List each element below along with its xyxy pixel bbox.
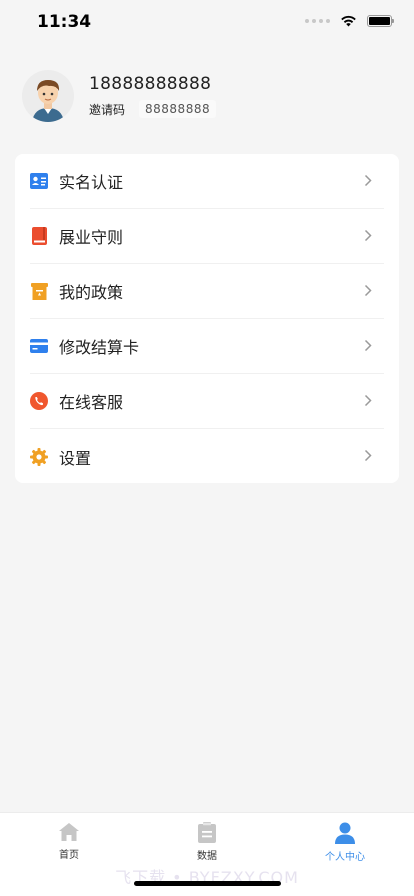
profile-header[interactable]: 18888888888 邀请码 88888888: [22, 70, 217, 122]
chevron-right-icon: [364, 339, 372, 352]
book-icon: [30, 227, 48, 245]
invite-row: 邀请码 88888888: [89, 100, 217, 118]
status-bar: 11:34: [0, 0, 414, 44]
chevron-right-icon: [364, 394, 372, 407]
id-card-icon: [30, 172, 48, 190]
gear-icon: [30, 447, 48, 466]
status-indicators: [305, 15, 394, 27]
menu-item-online-service[interactable]: 在线客服: [30, 374, 384, 429]
invite-code[interactable]: 88888888: [139, 100, 217, 118]
wifi-icon: [341, 15, 356, 27]
tab-label: 数据: [197, 851, 217, 862]
menu-list: 实名认证 展业守则 我的政策 修改结算卡 在线客服 设置: [15, 154, 399, 483]
chevron-right-icon: [364, 449, 372, 462]
phone-icon: [30, 392, 48, 410]
signal-icon: [305, 19, 330, 23]
menu-label: 展业守则: [59, 228, 124, 247]
tab-label: 个人中心: [325, 852, 365, 863]
home-icon: [59, 823, 79, 841]
menu-item-settlement-card[interactable]: 修改结算卡: [30, 319, 384, 374]
menu-item-my-policy[interactable]: 我的政策: [30, 264, 384, 319]
menu-label: 设置: [59, 448, 92, 468]
tab-label: 首页: [59, 850, 79, 861]
menu-item-settings[interactable]: 设置: [30, 429, 384, 484]
clipboard-icon: [198, 822, 216, 843]
menu-item-code-of-conduct[interactable]: 展业守则: [30, 209, 384, 264]
status-time: 11:34: [37, 12, 92, 32]
profile-info: 18888888888 邀请码 88888888: [89, 74, 217, 118]
policy-icon: [30, 282, 48, 300]
menu-label: 在线客服: [59, 393, 124, 412]
menu-label: 修改结算卡: [59, 338, 140, 357]
person-icon: [335, 822, 355, 844]
chevron-right-icon: [364, 229, 372, 242]
avatar-illustration: [22, 70, 74, 122]
chevron-right-icon: [364, 174, 372, 187]
battery-icon: [367, 15, 394, 27]
chevron-right-icon: [364, 284, 372, 297]
phone-number: 18888888888: [89, 74, 212, 94]
menu-label: 实名认证: [59, 173, 124, 192]
home-indicator[interactable]: [134, 881, 281, 886]
bank-card-icon: [30, 337, 48, 355]
avatar[interactable]: [22, 70, 74, 122]
menu-item-real-name[interactable]: 实名认证: [30, 154, 384, 209]
invite-label: 邀请码: [89, 102, 126, 117]
menu-label: 我的政策: [59, 283, 124, 302]
